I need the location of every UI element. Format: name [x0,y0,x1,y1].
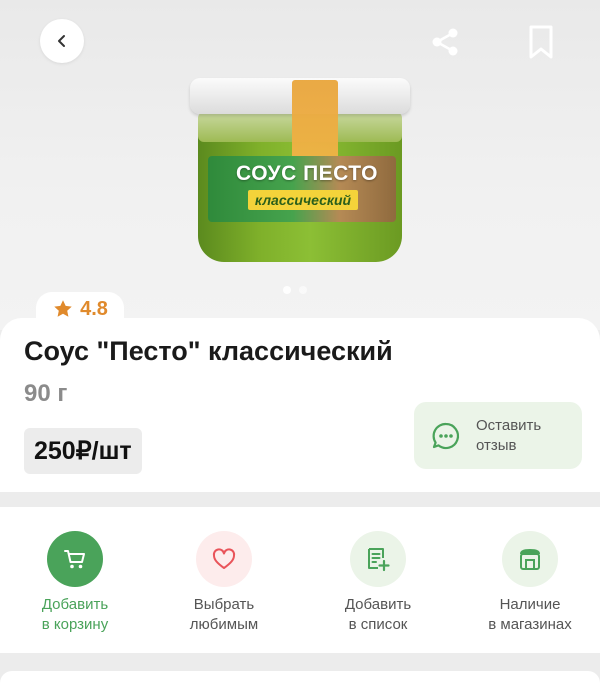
product-title: Соус "Песто" классический [24,336,393,366]
cart-icon [64,550,85,569]
rating-value: 4.8 [80,297,108,320]
product-price: 250₽/шт [24,428,142,474]
list-add-icon [368,548,390,572]
jar-seal-tag [292,80,338,166]
share-button[interactable] [425,22,465,62]
chevron-left-icon [58,35,65,47]
star-icon [54,300,72,317]
chat-bubble-icon [432,422,460,450]
gallery-pagination [283,286,307,294]
jar-label-subtitle: классический [248,190,358,210]
bookmark-icon [529,25,553,59]
share-icon [432,28,458,56]
leave-review-label: Оставить отзыв [476,417,542,454]
jar-label-title: СОУС ПЕСТО [236,162,378,185]
product-actions-bar: Добавить в корзину Выбрать любимым Добав… [0,507,600,653]
product-info-card: Соус "Песто" классический 90 г 250₽/шт О… [0,318,600,492]
product-image-gallery[interactable]: СОУС ПЕСТО классический [0,0,600,330]
store-availability-label: Наличие в магазинах [488,596,572,633]
back-button[interactable] [40,19,84,63]
store-icon [520,549,540,570]
gallery-dot[interactable] [299,286,307,294]
leave-review-button[interactable]: Оставить отзыв [414,402,582,469]
add-to-list-label: Добавить в список [344,596,412,633]
next-card-edge [0,671,600,683]
add-to-cart-label: Добавить в корзину [41,596,109,633]
product-weight: 90 г [24,380,68,407]
next-section-divider [0,653,600,683]
heart-icon [212,548,236,569]
product-photo: СОУС ПЕСТО классический [190,78,410,268]
favorite-label: Выбрать любимым [189,596,259,633]
rating-badge: 4.8 [36,292,124,326]
bookmark-button[interactable] [521,20,561,64]
gallery-dot-active[interactable] [283,286,291,294]
